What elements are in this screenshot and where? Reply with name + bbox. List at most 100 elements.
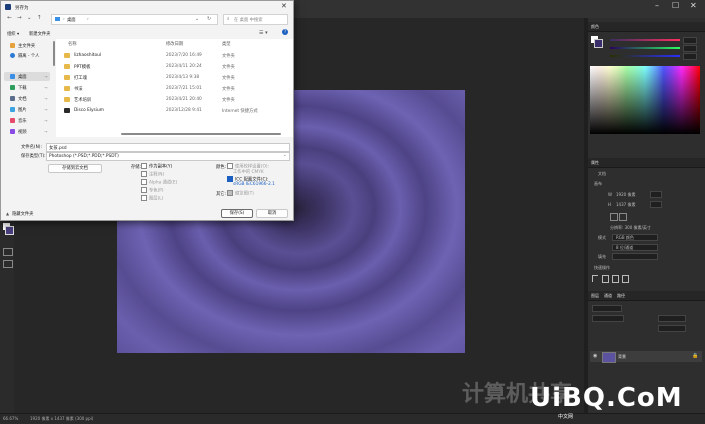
- checkbox[interactable]: [141, 171, 147, 177]
- tab-color[interactable]: 颜色: [591, 24, 599, 30]
- sidebar-item-desktop[interactable]: 桌面 ⊸: [4, 72, 50, 81]
- blue-value-field[interactable]: [683, 53, 697, 60]
- close-window-icon[interactable]: ✕: [690, 1, 697, 10]
- color-bg-swatch[interactable]: [594, 39, 603, 48]
- option-thumbnail[interactable]: 缩览图(T): [227, 190, 254, 197]
- save-to-cloud-button[interactable]: 存储到云文档: [48, 164, 102, 173]
- option-label: 作为副本(Y): [149, 164, 173, 170]
- crop-icon[interactable]: [592, 275, 598, 282]
- tab-channels[interactable]: 通道: [604, 293, 612, 299]
- watermark-subtext: 中文网: [558, 414, 574, 420]
- layer-filter-select[interactable]: [592, 305, 622, 312]
- sidebar-item-downloads[interactable]: 下载 ⊸: [4, 83, 50, 92]
- column-header-name[interactable]: 名称: [68, 41, 77, 47]
- visibility-eye-icon[interactable]: ◉: [593, 353, 597, 359]
- checkbox[interactable]: [227, 190, 233, 196]
- height-value[interactable]: 1437 像素: [616, 202, 635, 208]
- organize-menu[interactable]: 组织 ▾: [7, 31, 19, 37]
- red-value-field[interactable]: [683, 37, 697, 44]
- tab-paths[interactable]: 路径: [617, 293, 625, 299]
- option-as-copy[interactable]: 作为副本(Y): [141, 163, 172, 170]
- quick-mask-icon[interactable]: [3, 248, 13, 256]
- hide-folders-toggle[interactable]: 隐藏文件夹: [12, 211, 33, 217]
- green-slider[interactable]: [610, 47, 680, 49]
- sidebar-item-videos[interactable]: 视频 ⊸: [4, 127, 50, 136]
- up-arrow-icon[interactable]: ↑: [37, 15, 42, 21]
- tab-layers[interactable]: 图层: [591, 293, 599, 299]
- maximize-icon[interactable]: ☐: [672, 1, 679, 10]
- orientation-landscape-icon[interactable]: [619, 213, 627, 221]
- sidebar-scrollbar[interactable]: [53, 41, 55, 66]
- canvas-size-icon[interactable]: [622, 275, 629, 283]
- screen-mode-icon[interactable]: [3, 260, 13, 268]
- orientation-portrait-icon[interactable]: [610, 213, 618, 221]
- pin-icon: ⊸: [44, 95, 48, 101]
- red-slider[interactable]: [610, 39, 680, 41]
- blend-mode-select[interactable]: [592, 315, 624, 322]
- cancel-button[interactable]: 取消: [256, 209, 288, 218]
- help-icon[interactable]: ?: [282, 29, 288, 35]
- sidebar-item-pictures[interactable]: 图片 ⊸: [4, 105, 50, 114]
- option-notes[interactable]: 注释(N): [141, 171, 164, 178]
- file-row[interactable]: 打工魂 2023/4/13 9:38 文件夹: [56, 73, 293, 82]
- file-name: 打工魂: [74, 76, 87, 81]
- blue-slider[interactable]: [610, 55, 680, 57]
- fill-select[interactable]: [612, 253, 658, 260]
- search-box[interactable]: ⌕ 在 桌面 中搜索: [223, 14, 288, 25]
- opacity-field[interactable]: [658, 315, 686, 322]
- option-alpha-channels[interactable]: Alpha 通道(E): [141, 179, 177, 186]
- canvas-section-label: 画布: [594, 181, 602, 186]
- height-label: H: [608, 202, 612, 207]
- horizontal-scrollbar[interactable]: [121, 133, 281, 135]
- background-color-swatch[interactable]: [5, 226, 14, 235]
- forward-arrow-icon[interactable]: →: [17, 15, 22, 21]
- sidebar-item-documents[interactable]: 文档 ⊸: [4, 94, 50, 103]
- address-dropdown-icon[interactable]: ⌄: [195, 16, 199, 22]
- y-field[interactable]: [650, 201, 662, 208]
- image-size-icon[interactable]: [612, 275, 619, 283]
- width-value[interactable]: 1920 像素: [616, 192, 635, 198]
- mode-select[interactable]: RGB 颜色: [612, 234, 658, 241]
- back-arrow-icon[interactable]: ←: [7, 15, 12, 21]
- filename-input[interactable]: 女孩.psd: [46, 143, 290, 152]
- checkbox[interactable]: [141, 195, 147, 201]
- video-icon: [10, 129, 15, 134]
- file-row[interactable]: 书法 2023/7/21 15:01 文件夹: [56, 84, 293, 93]
- file-row[interactable]: 艺术培训 2023/4/21 20:40 文件夹: [56, 95, 293, 104]
- breadcrumb-current[interactable]: 桌面: [67, 17, 76, 23]
- sidebar-item-music[interactable]: 音乐 ⊸: [4, 116, 50, 125]
- x-field[interactable]: [650, 191, 662, 198]
- bits-select[interactable]: 8 位/通道: [612, 244, 658, 251]
- address-bar[interactable]: › 桌面 › ⌄ ↻: [51, 14, 218, 25]
- checkbox[interactable]: [141, 163, 147, 169]
- save-button[interactable]: 保存(S): [221, 209, 253, 218]
- minimize-icon[interactable]: –: [655, 1, 659, 10]
- green-value-field[interactable]: [683, 45, 697, 52]
- option-spot-colors[interactable]: 专色(P): [141, 187, 164, 194]
- column-header-type[interactable]: 类型: [222, 41, 231, 47]
- zoom-level[interactable]: 66.67%: [3, 416, 18, 421]
- close-icon[interactable]: ✕: [281, 2, 287, 10]
- color-spectrum[interactable]: [590, 66, 700, 134]
- option-layers[interactable]: 图层(L): [141, 195, 163, 202]
- file-row[interactable]: lizhaoshitoul 2023/7/20 16:49 文件夹: [56, 51, 293, 60]
- column-header-date[interactable]: 修改日期: [166, 41, 183, 47]
- refresh-icon[interactable]: ↻: [207, 16, 211, 22]
- lock-icon[interactable]: 🔒: [692, 353, 698, 359]
- checkbox[interactable]: [141, 187, 147, 193]
- file-row[interactable]: Disco Elysium 2023/12/28 9:41 Internet 快…: [56, 106, 293, 115]
- collapse-icon[interactable]: ▲: [6, 211, 9, 216]
- trim-icon[interactable]: [602, 275, 609, 283]
- view-options-icon[interactable]: ☰ ▾: [259, 30, 268, 36]
- layer-row-background[interactable]: ◉ 背景 🔒: [590, 351, 702, 363]
- sidebar-item-onedrive[interactable]: 隔离 - 个人: [4, 51, 50, 60]
- filetype-select[interactable]: Photoshop (*.PSD;*.PDD;*.PSDT) ⌄: [46, 152, 290, 161]
- color-panel-tabbar: 颜色: [588, 22, 705, 32]
- file-row[interactable]: PPT模板 2023/4/11 20:24 文件夹: [56, 62, 293, 71]
- sidebar-item-home[interactable]: 主文件夹: [4, 41, 50, 50]
- new-folder-button[interactable]: 新建文件夹: [29, 31, 50, 37]
- fill-field[interactable]: [658, 325, 686, 332]
- checkbox[interactable]: [141, 179, 147, 185]
- chevron-down-icon[interactable]: ⌄: [27, 15, 32, 21]
- tab-properties[interactable]: 属性: [591, 160, 599, 166]
